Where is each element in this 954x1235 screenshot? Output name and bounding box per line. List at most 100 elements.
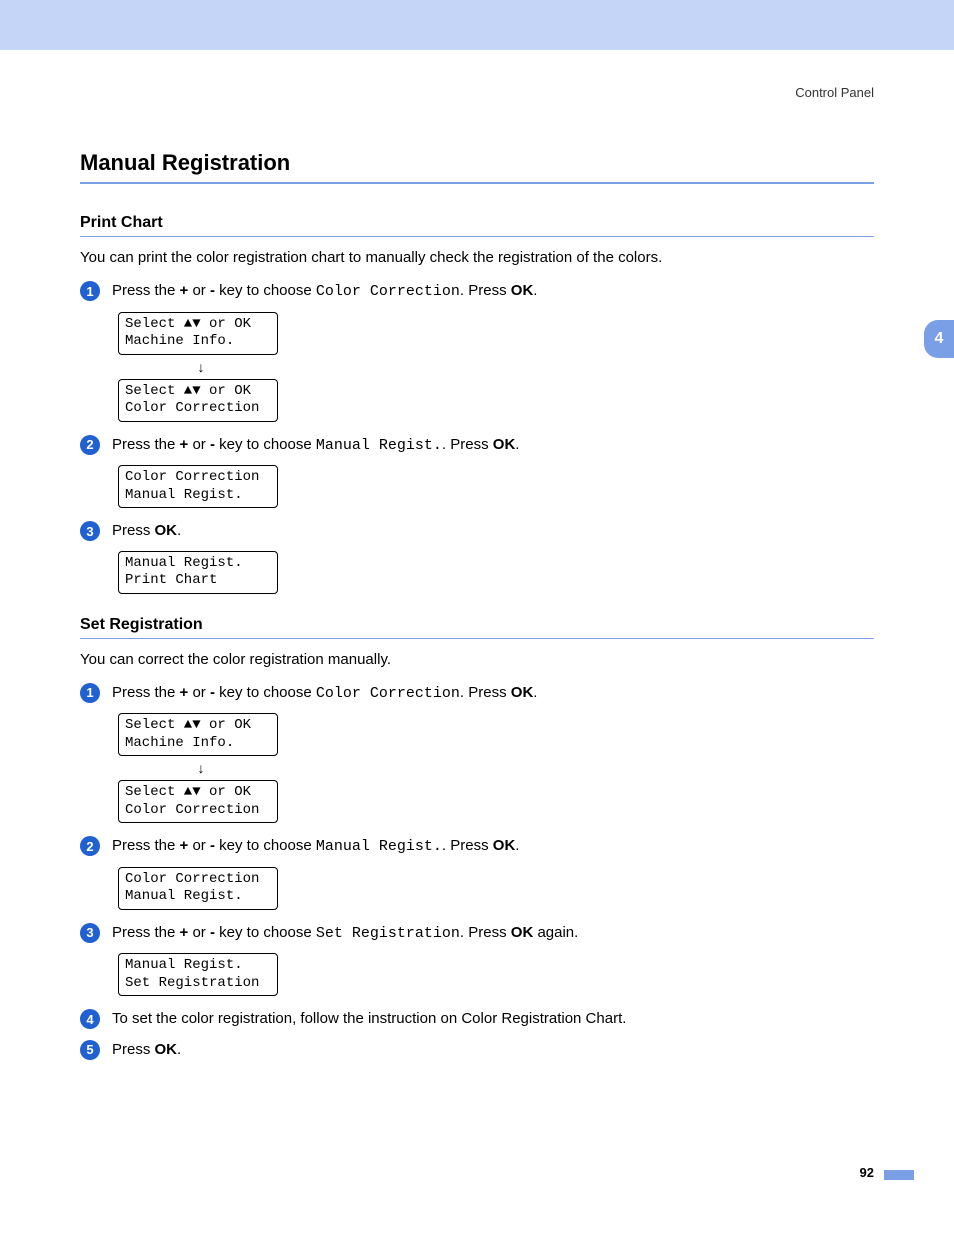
- step-text-part: OK: [493, 436, 516, 453]
- lcd-display: Manual Regist.Print Chart: [118, 551, 278, 594]
- step-text-part: OK: [155, 1041, 178, 1058]
- step-text-part: Press: [112, 1041, 155, 1058]
- lcd-display: Color CorrectionManual Regist.: [118, 465, 278, 508]
- step-number: 2: [80, 435, 100, 455]
- step-number: 4: [80, 1009, 100, 1029]
- step: 1 Press the + or - key to choose Color Co…: [80, 280, 874, 304]
- step-text-part: .: [177, 522, 181, 539]
- step-text-part: .: [533, 684, 537, 701]
- step-text-part: +: [180, 924, 189, 941]
- lcd-group: Select ▲▼ or OKMachine Info.↓Select ▲▼ o…: [118, 713, 874, 823]
- step-text-part: +: [180, 282, 189, 299]
- lcd-display: Color CorrectionManual Regist.: [118, 867, 278, 910]
- step-number: 3: [80, 521, 100, 541]
- header-label: Control Panel: [795, 85, 874, 100]
- section-title: Print Chart: [80, 214, 874, 237]
- step-text: Press the + or - key to choose Color Cor…: [112, 280, 537, 304]
- step-text: Press OK.: [112, 1039, 181, 1062]
- step-text-part: or: [188, 436, 210, 453]
- step-text-part: . Press: [442, 837, 493, 854]
- step-text-part: To set the color registration, follow th…: [112, 1010, 626, 1027]
- lcd-line1: Color Correction: [125, 469, 271, 487]
- step: 5Press OK.: [80, 1039, 874, 1062]
- step-text-part: Manual Regist.: [316, 437, 442, 454]
- arrow-down-icon: ↓: [118, 760, 284, 776]
- step-text-part: Press: [112, 522, 155, 539]
- lcd-display: Select ▲▼ or OKColor Correction: [118, 780, 278, 823]
- step-text-part: .: [533, 282, 537, 299]
- step-text-part: Press the: [112, 436, 180, 453]
- arrow-down-icon: ↓: [118, 359, 284, 375]
- section-title: Set Registration: [80, 616, 874, 639]
- content: Manual Registration Print Chart You can p…: [0, 50, 954, 1061]
- lcd-line1: Select ▲▼ or OK: [125, 316, 271, 334]
- lcd-display: Select ▲▼ or OKColor Correction: [118, 379, 278, 422]
- step-text: Press the + or - key to choose Set Regis…: [112, 922, 578, 946]
- step-text-part: OK: [511, 282, 534, 299]
- step: 2 Press the + or - key to choose Manual R…: [80, 835, 874, 859]
- page-title: Manual Registration: [80, 150, 874, 184]
- step-text-part: .: [177, 1041, 181, 1058]
- lcd-display: Manual Regist.Set Registration: [118, 953, 278, 996]
- lcd-display: Select ▲▼ or OKMachine Info.: [118, 312, 278, 355]
- step-text-part: key to choose: [215, 684, 316, 701]
- step-text-part: OK: [155, 522, 178, 539]
- lcd-group: Color CorrectionManual Regist.: [118, 867, 874, 910]
- step-text-part: or: [188, 924, 210, 941]
- step-text-part: or: [188, 684, 210, 701]
- top-bar: [0, 0, 954, 50]
- step-text-part: . Press: [460, 684, 511, 701]
- corner-decoration: [884, 1170, 914, 1180]
- step-text-part: . Press: [460, 282, 511, 299]
- step-text-part: .: [515, 436, 519, 453]
- lcd-group: Color CorrectionManual Regist.: [118, 465, 874, 508]
- step-text-part: +: [180, 436, 189, 453]
- step-number: 2: [80, 836, 100, 856]
- lcd-line2: Machine Info.: [125, 735, 271, 753]
- step: 1 Press the + or - key to choose Color Co…: [80, 682, 874, 706]
- step-text: Press OK.: [112, 520, 181, 543]
- step-text-part: +: [180, 684, 189, 701]
- step-text-part: .: [515, 837, 519, 854]
- step-text-part: key to choose: [215, 924, 316, 941]
- step-text-part: OK: [511, 684, 534, 701]
- step: 3 Press OK.: [80, 520, 874, 543]
- step-text: Press the + or - key to choose Color Cor…: [112, 682, 537, 706]
- step-text-part: Manual Regist.: [316, 838, 442, 855]
- step-text-part: key to choose: [215, 436, 316, 453]
- step-text-part: . Press: [442, 436, 493, 453]
- step: 4 To set the color registration, follow t…: [80, 1008, 874, 1031]
- lcd-line1: Manual Regist.: [125, 957, 271, 975]
- lcd-line1: Select ▲▼ or OK: [125, 784, 271, 802]
- step-text: Press the + or - key to choose Manual Re…: [112, 434, 519, 458]
- lcd-line2: Color Correction: [125, 802, 271, 820]
- lcd-line2: Manual Regist.: [125, 888, 271, 906]
- step-text: To set the color registration, follow th…: [112, 1008, 626, 1031]
- step-number: 1: [80, 281, 100, 301]
- step-text: Press the + or - key to choose Manual Re…: [112, 835, 519, 859]
- step-text-part: Color Correction: [316, 685, 460, 702]
- step-text-part: or: [188, 282, 210, 299]
- lcd-line1: Color Correction: [125, 871, 271, 889]
- step-text-part: Press the: [112, 282, 180, 299]
- lcd-line2: Machine Info.: [125, 333, 271, 351]
- step: 2 Press the + or - key to choose Manual R…: [80, 434, 874, 458]
- step-text-part: OK: [493, 837, 516, 854]
- lcd-line1: Select ▲▼ or OK: [125, 717, 271, 735]
- step-text-part: . Press: [460, 924, 511, 941]
- step-text-part: or: [188, 837, 210, 854]
- step-text-part: key to choose: [215, 282, 316, 299]
- lcd-group: Manual Regist.Set Registration: [118, 953, 874, 996]
- step-text-part: Press the: [112, 684, 180, 701]
- section-desc: You can print the color registration cha…: [80, 249, 874, 266]
- step-text-part: Press the: [112, 837, 180, 854]
- step-number: 1: [80, 683, 100, 703]
- step-number: 3: [80, 923, 100, 943]
- step-text-part: Set Registration: [316, 925, 460, 942]
- chapter-tab: 4: [924, 320, 954, 358]
- lcd-line1: Manual Regist.: [125, 555, 271, 573]
- lcd-line2: Color Correction: [125, 400, 271, 418]
- section-desc: You can correct the color registration m…: [80, 651, 874, 668]
- step-text-part: key to choose: [215, 837, 316, 854]
- lcd-line2: Manual Regist.: [125, 487, 271, 505]
